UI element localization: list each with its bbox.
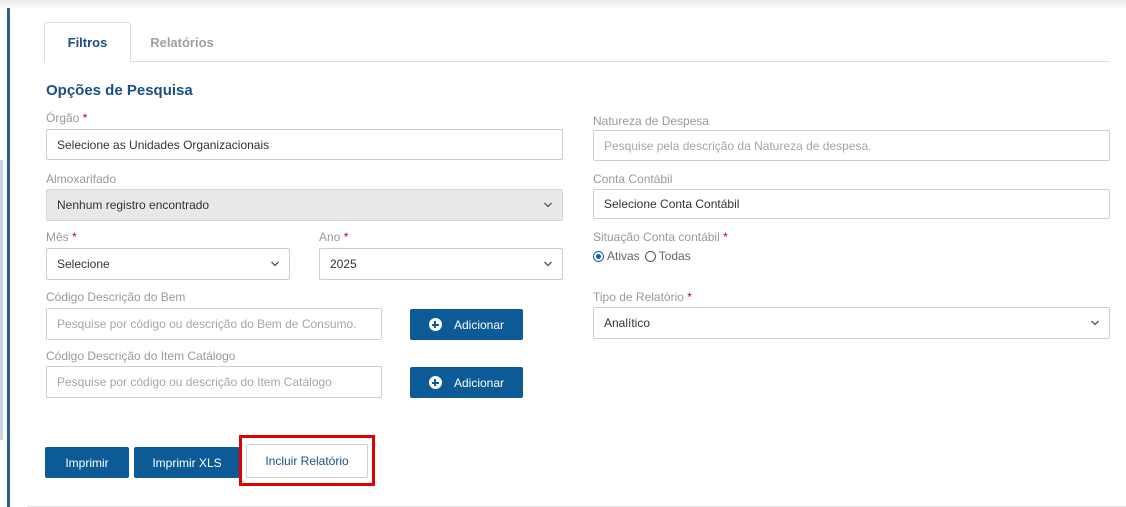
ano-label-text: Ano	[319, 230, 341, 244]
mes-label: Mês *	[46, 230, 77, 244]
situacao-label: Situação Conta contábil *	[593, 230, 728, 244]
tipo-relatorio-label-text: Tipo de Relatório	[593, 290, 684, 304]
required-mark: *	[82, 111, 88, 125]
codigo-bem-label: Código Descrição do Bem	[46, 290, 186, 304]
chevron-down-icon	[544, 261, 552, 267]
chevron-down-icon	[271, 261, 279, 267]
radio-ativas-label[interactable]: Ativas	[607, 249, 640, 263]
almoxarifado-label: Almoxarifado	[46, 172, 117, 186]
chevron-down-icon	[1091, 320, 1099, 326]
left-accent-bar-light	[0, 160, 3, 440]
required-mark: *	[687, 290, 692, 304]
ano-label: Ano *	[319, 230, 348, 244]
orgao-label-text: Órgão	[46, 111, 80, 125]
radio-ativas[interactable]	[593, 250, 604, 262]
required-mark: *	[343, 230, 349, 244]
imprimir-xls-button[interactable]: Imprimir XLS	[134, 447, 240, 478]
tipo-relatorio-select[interactable]: Analítico	[593, 307, 1110, 339]
mes-label-text: Mês	[46, 230, 69, 244]
left-accent-bar	[7, 8, 10, 507]
orgao-label: Órgão *	[46, 111, 87, 125]
codigo-item-input[interactable]: Pesquise por código ou descrição do Item…	[46, 366, 382, 398]
codigo-bem-input[interactable]: Pesquise por código ou descrição do Bem …	[46, 308, 382, 340]
ano-value: 2025	[330, 257, 357, 271]
mes-select[interactable]: Selecione	[46, 248, 290, 280]
imprimir-button[interactable]: Imprimir	[45, 447, 129, 478]
conta-contabil-field[interactable]: Selecione Conta Contábil	[593, 189, 1110, 219]
adicionar-label: Adicionar	[453, 375, 505, 390]
ano-select[interactable]: 2025	[319, 248, 563, 280]
highlight-box	[239, 435, 375, 486]
section-title: Opções de Pesquisa	[46, 82, 193, 99]
adicionar-bem-button[interactable]: Adicionar	[410, 309, 523, 340]
codigo-item-label: Código Descrição do Item Catálogo	[46, 349, 236, 363]
almoxarifado-select[interactable]: Nenhum registro encontrado	[46, 189, 563, 221]
plus-circle-icon	[428, 318, 442, 331]
tab-relatorios[interactable]: Relatórios	[132, 22, 232, 63]
plus-circle-icon	[428, 376, 442, 389]
situacao-radio-group: Ativas Todas	[593, 249, 691, 263]
required-mark: *	[72, 230, 77, 244]
tipo-relatorio-value: Analítico	[604, 316, 651, 330]
situacao-label-text: Situação Conta contábil	[593, 230, 720, 244]
mes-value: Selecione	[57, 257, 110, 271]
natureza-input[interactable]: Pesquise pela descrição da Natureza de d…	[593, 130, 1110, 161]
adicionar-label: Adicionar	[453, 317, 505, 332]
adicionar-item-button[interactable]: Adicionar	[410, 367, 523, 398]
radio-todas[interactable]	[644, 250, 656, 262]
natureza-label: Natureza de Despesa	[593, 114, 710, 128]
chevron-down-icon	[544, 202, 552, 208]
required-mark: *	[723, 230, 728, 244]
tipo-relatorio-label: Tipo de Relatório *	[593, 290, 692, 304]
radio-todas-label[interactable]: Todas	[659, 249, 691, 263]
conta-contabil-label: Conta Contábil	[593, 172, 673, 186]
almoxarifado-value: Nenhum registro encontrado	[57, 198, 210, 212]
tab-filtros[interactable]: Filtros	[44, 22, 131, 63]
tab-bar: Filtros Relatórios	[44, 22, 1110, 63]
orgao-field[interactable]: Selecione as Unidades Organizacionais	[46, 129, 563, 160]
